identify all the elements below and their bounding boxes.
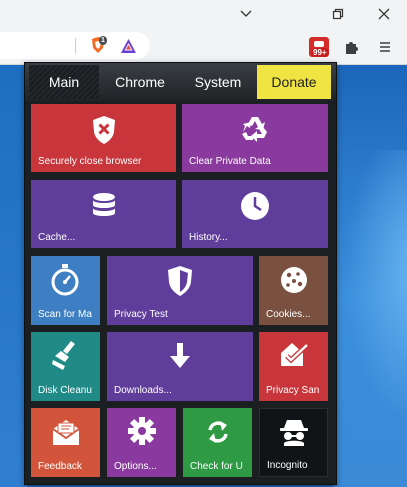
tile-securely-close-browser[interactable]: Securely close browser [31, 104, 176, 172]
spy-icon [277, 415, 311, 449]
page-background-glow [333, 150, 407, 450]
omnibox-divider [75, 38, 76, 54]
cookie-icon [278, 264, 310, 296]
download-arrow-icon [166, 340, 194, 372]
brave-badge: 1 [99, 36, 107, 45]
tile-label: Scan for Ma [38, 309, 92, 320]
tile-check-for-updates[interactable]: Check for U [183, 408, 252, 477]
tile-options[interactable]: Options... [107, 408, 176, 477]
refresh-icon [202, 416, 234, 448]
tile-label: Securely close browser [38, 156, 142, 167]
tile-label: Privacy San [266, 385, 320, 396]
tile-history[interactable]: History... [182, 180, 328, 248]
tile-cookies[interactable]: Cookies... [259, 256, 328, 325]
tile-label: Clear Private Data [189, 156, 271, 167]
tile-privacy-sandbox[interactable]: Privacy San [259, 332, 328, 401]
privacy-extension-icon[interactable]: 99+ [306, 35, 332, 59]
tile-clear-private-data[interactable]: Clear Private Data [182, 104, 328, 172]
broom-icon [50, 339, 82, 373]
tab-donate[interactable]: Donate [257, 65, 331, 99]
shield-icon [165, 264, 195, 298]
stopwatch-icon [50, 263, 80, 297]
gear-icon [127, 416, 157, 446]
tile-feedback[interactable]: Feedback [31, 408, 100, 477]
tile-label: Options... [114, 461, 157, 472]
tile-label: Disk Cleanu [38, 385, 92, 396]
extensions-puzzle-icon[interactable] [340, 35, 364, 59]
extension-popup: Main Chrome System Donate Securely close… [24, 62, 337, 485]
database-icon [90, 190, 118, 222]
menu-icon[interactable] [374, 35, 396, 59]
tile-label: Cookies... [266, 309, 311, 320]
tile-label: Incognito [267, 460, 308, 471]
tile-incognito[interactable]: Incognito [259, 408, 328, 477]
tile-label: Downloads... [114, 385, 172, 396]
brave-rewards-icon[interactable] [118, 36, 138, 56]
browser-toolbar: 1 99+ [0, 28, 407, 65]
tile-cache[interactable]: Cache... [31, 180, 176, 248]
tile-label: History... [189, 232, 228, 243]
popup-tab-bar: Main Chrome System Donate [25, 63, 336, 101]
house-check-icon [277, 338, 311, 372]
tile-downloads[interactable]: Downloads... [107, 332, 253, 401]
address-bar[interactable]: 1 [0, 32, 150, 59]
envelope-icon [50, 416, 82, 448]
recycle-icon [239, 114, 271, 146]
page-background-left [0, 65, 27, 487]
clock-icon [239, 190, 271, 222]
tile-label: Privacy Test [114, 309, 168, 320]
tile-disk-cleanup[interactable]: Disk Cleanu [31, 332, 100, 401]
tile-scan-for-malware[interactable]: Scan for Ma [31, 256, 100, 325]
title-bar [0, 0, 407, 28]
tile-label: Cache... [38, 232, 76, 243]
close-icon[interactable] [361, 0, 407, 28]
tab-list-chevron-icon[interactable] [223, 0, 269, 28]
tile-label: Feedback [38, 461, 82, 472]
tab-chrome[interactable]: Chrome [103, 65, 177, 99]
brave-shields-icon[interactable]: 1 [88, 35, 108, 55]
tab-main[interactable]: Main [29, 65, 99, 99]
extension-badge: 99+ [311, 48, 329, 57]
shield-x-icon [89, 114, 119, 146]
tile-label: Check for U [190, 461, 243, 472]
restore-icon[interactable] [315, 0, 361, 28]
tile-privacy-test[interactable]: Privacy Test [107, 256, 253, 325]
tab-system[interactable]: System [181, 65, 255, 99]
